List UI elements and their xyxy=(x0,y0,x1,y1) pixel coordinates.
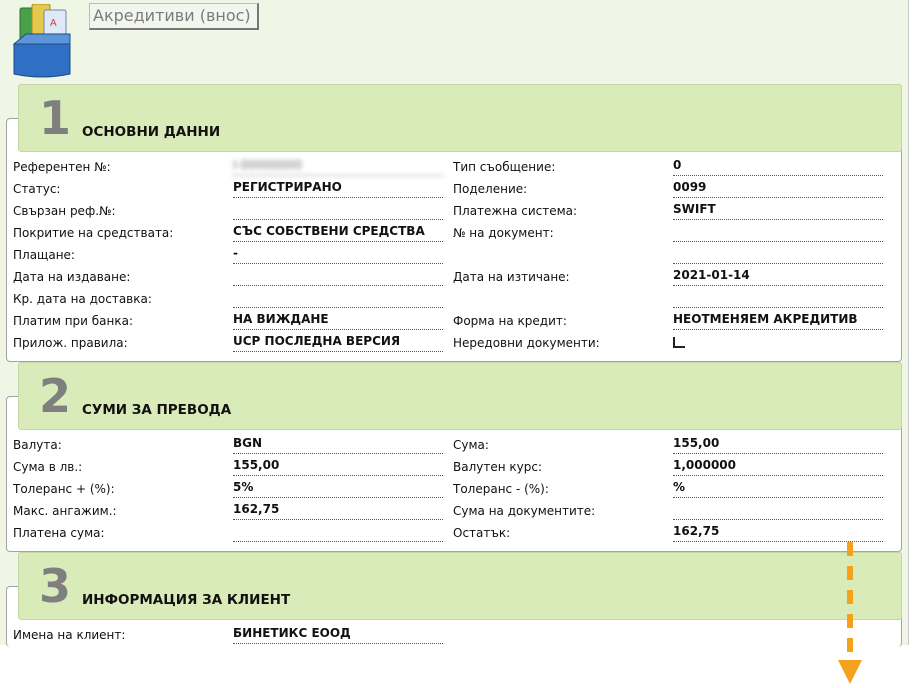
field-value: 162,75 xyxy=(673,522,883,542)
field-value: НЕОТМЕНЯЕМ АКРЕДИТИВ xyxy=(673,310,883,330)
field-value: SWIFT xyxy=(673,200,883,220)
form-row: Макс. ангажим.: 162,75 Сума на документите… xyxy=(0,500,917,522)
field-label: Форма на кредит: xyxy=(453,314,567,328)
field-label: Сума на документите: xyxy=(453,504,596,518)
field-label: Кр. дата на доставка: xyxy=(13,292,152,306)
field-label: Платим при банка: xyxy=(13,314,134,328)
field-label: Валутен курс: xyxy=(453,460,542,474)
field-label: Дата на издаване: xyxy=(13,270,131,284)
section-basic-header: 1 ОСНОВНИ ДАННИ xyxy=(18,84,902,152)
field-value xyxy=(233,288,443,308)
form-row: Статус: РЕГИСТРИРАНО Поделение: 0099 xyxy=(0,178,917,200)
field-value xyxy=(673,288,883,308)
window-title-button[interactable]: Акредитиви (внос) xyxy=(89,3,259,30)
field-value: 0099 xyxy=(673,178,883,198)
field-value: НА ВИЖДАНЕ xyxy=(233,310,443,330)
field-label: Имена на клиент: xyxy=(13,628,126,642)
form-row: Прилож. правила: UCP ПОСЛЕДНА ВЕРСИЯ Неред… xyxy=(0,332,917,354)
field-label: Покритие на средствата: xyxy=(13,226,174,240)
field-value: 0 xyxy=(673,156,883,176)
field-value: 2021-01-14 xyxy=(673,266,883,286)
field-value: СЪС СОБСТВЕНИ СРЕДСТВА xyxy=(233,222,443,242)
form-row: Дата на издаване: Дата на изтичане: 2021-0… xyxy=(0,266,917,288)
field-label: Плащане: xyxy=(13,248,75,262)
field-value: I-00000000 xyxy=(233,156,443,176)
form-row: Платим при банка: НА ВИЖДАНЕ Форма на кред… xyxy=(0,310,917,332)
field-label: Поделение: xyxy=(453,182,528,196)
section-title: СУМИ ЗА ПРЕВОДА xyxy=(82,402,232,418)
field-value: 1,000000 xyxy=(673,456,883,476)
section-number: 3 xyxy=(39,559,72,613)
form-row: Толеранс + (%): 5% Толеранс - (%):% xyxy=(0,478,917,500)
field-label: Статус: xyxy=(13,182,61,196)
field-label: Дата на изтичане: xyxy=(453,270,570,284)
field-value xyxy=(233,522,443,542)
documents-folder-icon: A xyxy=(12,4,71,78)
field-value: BGN xyxy=(233,434,443,454)
field-value xyxy=(233,200,443,220)
section-amounts-header: 2 СУМИ ЗА ПРЕВОДА xyxy=(18,362,902,430)
section-number: 1 xyxy=(39,91,72,145)
field-value: БИНЕТИКС ЕООД xyxy=(233,624,443,644)
field-value: UCP ПОСЛЕДНА ВЕРСИЯ xyxy=(233,332,443,352)
form-row: Кр. дата на доставка: xyxy=(0,288,917,310)
field-label: № на документ: xyxy=(453,226,554,240)
section-title: ОСНОВНИ ДАННИ xyxy=(82,124,221,140)
field-label: Сума: xyxy=(453,438,489,452)
field-value: РЕГИСТРИРАНО xyxy=(233,178,443,198)
form-row: Валута: BGN Сума: 155,00 xyxy=(0,434,917,456)
field-value xyxy=(673,244,883,264)
field-label: Референтен №: xyxy=(13,160,111,174)
svg-text:A: A xyxy=(50,18,57,29)
field-value xyxy=(673,500,883,520)
field-label: Толеранс + (%): xyxy=(13,482,115,496)
field-label: Платежна система: xyxy=(453,204,578,218)
field-value xyxy=(673,332,883,351)
field-label: Тип съобщение: xyxy=(453,160,556,174)
field-value: 155,00 xyxy=(673,434,883,454)
field-value: 5% xyxy=(233,478,443,498)
field-label: Толеранс - (%): xyxy=(453,482,549,496)
section-client-header: 3 ИНФОРМАЦИЯ ЗА КЛИЕНТ xyxy=(18,552,902,620)
form-row: Покритие на средствата: СЪС СОБСТВЕНИ СРЕ… xyxy=(0,222,917,244)
field-label: Валута: xyxy=(13,438,62,452)
field-label: Свързан реф.№: xyxy=(13,204,116,218)
field-value: 162,75 xyxy=(233,500,443,520)
field-value: - xyxy=(233,244,443,264)
form-row: Свързан реф.№: Платежна система: SWIFT xyxy=(0,200,917,222)
section-title: ИНФОРМАЦИЯ ЗА КЛИЕНТ xyxy=(82,592,291,608)
field-label: Нередовни документи: xyxy=(453,336,600,350)
field-label: Макс. ангажим.: xyxy=(13,504,117,518)
form-row: Плащане: - xyxy=(0,244,917,266)
field-value xyxy=(233,266,443,286)
field-label: Сума в лв.: xyxy=(13,460,83,474)
field-value: 155,00 xyxy=(233,456,443,476)
field-value: % xyxy=(673,478,883,498)
field-label: Остатък: xyxy=(453,526,511,540)
field-value xyxy=(673,222,883,242)
form-row: Платена сума: Остатък: 162,75 xyxy=(0,522,917,544)
irregular-documents-checkbox[interactable] xyxy=(673,337,685,348)
field-label: Прилож. правила: xyxy=(13,336,128,350)
form-row: Сума в лв.: 155,00 Валутен курс: 1,000000 xyxy=(0,456,917,478)
form-row: Имена на клиент: БИНЕТИКС ЕООД xyxy=(0,624,917,646)
field-label: Платена сума: xyxy=(13,526,105,540)
section-number: 2 xyxy=(39,369,72,423)
form-row: Референтен №: I-00000000 Тип съобщение: 0 xyxy=(0,156,917,178)
scroll-down-arrow-icon xyxy=(838,542,862,684)
